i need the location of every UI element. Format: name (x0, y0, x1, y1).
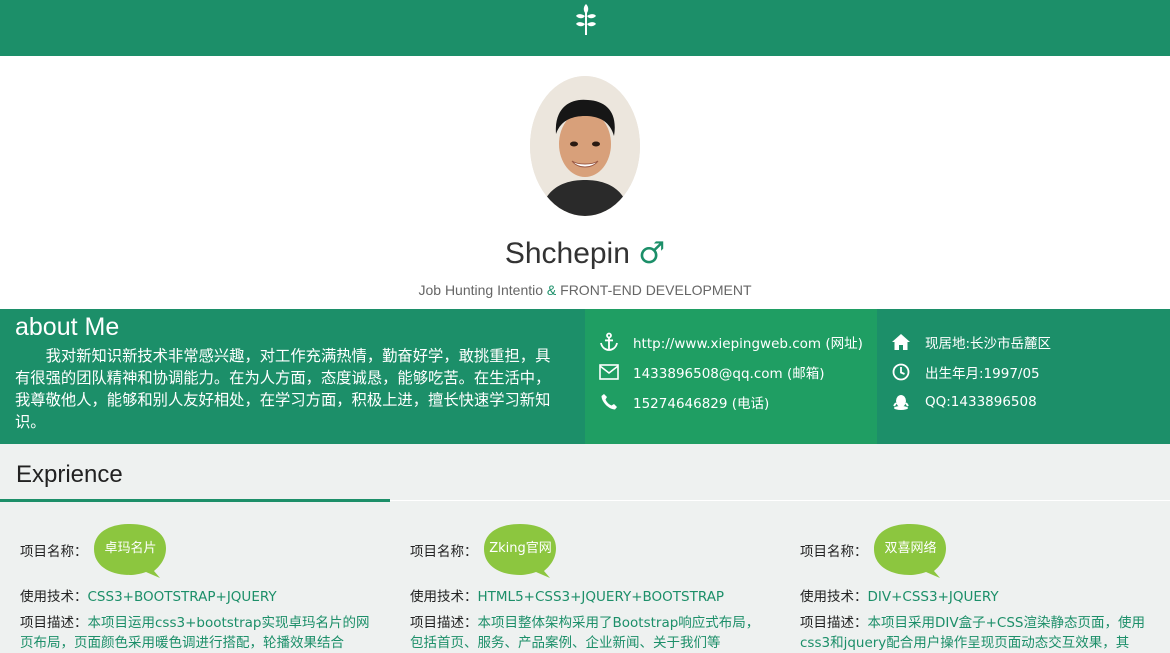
project-name-label: 项目名称： (20, 544, 88, 560)
project-tech: 使用技术：DIV+CSS3+JQUERY (800, 585, 999, 605)
project-desc: 项目描述：本项目整体架构采用了Bootstrap响应式布局，包括首页、服务、产品… (410, 613, 770, 653)
job-intent-label: Job Hunting Intentio (418, 282, 544, 298)
project-name-text: 卓玛名片 (104, 541, 157, 556)
experience-header: Exprience (0, 444, 1170, 504)
anchor-icon (597, 332, 621, 351)
clock-icon (889, 363, 913, 381)
project-tech: 使用技术：HTML5+CSS3+JQUERY+BOOTSTRAP (410, 585, 724, 605)
project-desc: 项目描述：本项目运用css3+bootstrap实现卓玛名片的网页布局，页面颜色… (20, 613, 380, 653)
project-name-label: 项目名称： (410, 544, 478, 560)
email-text[interactable]: 1433896508@qq.com (邮箱) (633, 362, 824, 382)
qq-icon (889, 393, 913, 411)
project-tech-text: CSS3+BOOTSTRAP+JQUERY (87, 589, 277, 605)
project-name-badge[interactable]: 卓玛名片 (93, 521, 170, 579)
personal-birth: 出生年月:1997/05 (889, 360, 1040, 384)
project-desc: 项目描述：本项目采用DIV盒子+CSS渲染静态页面，使用css3和jquery配… (800, 613, 1160, 653)
project-tech-label: 使用技术： (20, 589, 88, 605)
website-text[interactable]: http://www.xiepingweb.com (网址) (633, 332, 863, 352)
contact-website: http://www.xiepingweb.com (网址) (597, 330, 863, 354)
job-intent: Job Hunting Intentio & FRONT-END DEVELOP… (0, 282, 1170, 298)
project-desc-label: 项目描述： (20, 615, 88, 631)
project-name-row: 项目名称： 卓玛名片 (20, 520, 170, 580)
male-icon: ♂ (638, 236, 666, 271)
leaf-icon (576, 4, 596, 35)
avatar (530, 76, 640, 216)
project-tech-text: DIV+CSS3+JQUERY (867, 589, 999, 605)
project-desc-label: 项目描述： (410, 615, 478, 631)
personal-section: 现居地:长沙市岳麓区 出生年月:1997/05 QQ:1433896508 (877, 309, 1170, 444)
name-text: Shchepin (504, 237, 630, 270)
project-tech-label: 使用技术： (800, 589, 868, 605)
contact-section: http://www.xiepingweb.com (网址) 143389650… (585, 309, 877, 444)
profile-name: Shchepin ♂ (0, 236, 1170, 271)
experience-underline (0, 499, 390, 502)
project-name-row: 项目名称： 双喜网络 (800, 520, 950, 580)
project-tech-text: HTML5+CSS3+JQUERY+BOOTSTRAP (477, 589, 725, 605)
project-name-badge[interactable]: Zking官网 (483, 521, 560, 579)
project-name-row: 项目名称： Zking官网 (410, 520, 560, 580)
job-intent-value: FRONT-END DEVELOPMENT (560, 282, 752, 298)
project-tech: 使用技术：CSS3+BOOTSTRAP+JQUERY (20, 585, 277, 605)
info-band: about Me 我对新知识新技术非常感兴趣，对工作充满热情，勤奋好学，敢挑重担… (0, 309, 1170, 444)
top-bar (0, 0, 1170, 56)
birth-text: 出生年月:1997/05 (925, 366, 1040, 382)
project-name-text: Zking官网 (489, 541, 552, 556)
about-title: about Me (15, 313, 120, 341)
qq-text: QQ:1433896508 (925, 394, 1037, 410)
contact-phone: 15274646829 (电话) (597, 390, 769, 414)
project-name-text: 双喜网络 (884, 541, 937, 556)
personal-residence: 现居地:长沙市岳麓区 (889, 330, 1051, 354)
project-tech-label: 使用技术： (410, 589, 478, 605)
contact-email: 1433896508@qq.com (邮箱) (597, 360, 824, 384)
phone-icon (597, 393, 621, 411)
profile-hero: Shchepin ♂ Job Hunting Intentio & FRONT-… (0, 56, 1170, 309)
project-name-label: 项目名称： (800, 544, 868, 560)
project-desc-label: 项目描述： (800, 615, 868, 631)
envelope-icon (597, 363, 621, 381)
about-section: about Me 我对新知识新技术非常感兴趣，对工作充满热情，勤奋好学，敢挑重担… (0, 309, 585, 444)
personal-qq: QQ:1433896508 (889, 390, 1037, 414)
experience-divider (390, 500, 1170, 501)
experience-title: Exprience (16, 461, 123, 488)
job-intent-amp: & (546, 282, 557, 298)
project-name-badge[interactable]: 双喜网络 (873, 521, 950, 579)
home-icon (889, 333, 913, 351)
about-text: 我对新知识新技术非常感兴趣，对工作充满热情，勤奋好学，敢挑重担，具有很强的团队精… (15, 347, 551, 431)
residence-text: 现居地:长沙市岳麓区 (925, 336, 1052, 352)
phone-text[interactable]: 15274646829 (电话) (633, 392, 769, 412)
